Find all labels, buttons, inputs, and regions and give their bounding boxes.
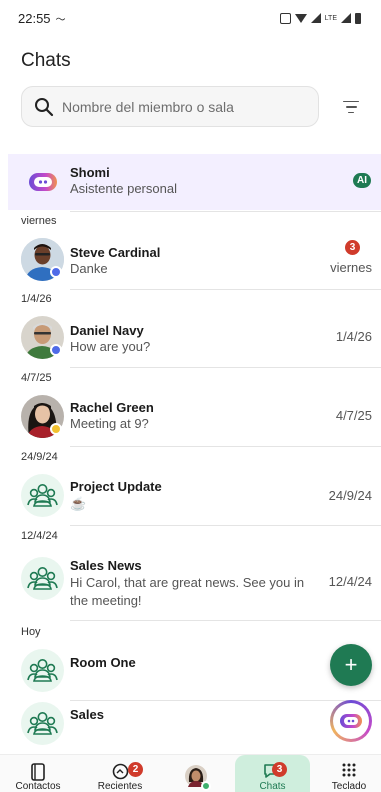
filter-button[interactable] (338, 96, 364, 118)
filter-icon-line (345, 106, 357, 108)
chat-row-sales-news[interactable]: Sales News Hi Carol, that are great news… (8, 547, 381, 621)
group-icon (21, 649, 64, 692)
presence-indicator (201, 781, 211, 791)
chat-preview-continued: the meeting! (70, 593, 142, 608)
chat-row-shomi[interactable]: Shomi Asistente personal AI (8, 154, 381, 212)
chat-name: Sales News (70, 558, 142, 573)
ai-badge: AI (353, 173, 371, 188)
chat-preview: Asistente personal (70, 181, 177, 196)
chat-preview: Hi Carol, that are great news. See you i… (70, 575, 305, 590)
divider (70, 525, 381, 526)
section-label: 12/4/24 (21, 530, 58, 542)
filter-icon (343, 100, 359, 103)
chat-name: Room One (70, 655, 136, 670)
chat-preview: Danke (70, 261, 108, 276)
page-title: Chats (21, 50, 71, 71)
presence-indicator (50, 344, 62, 356)
new-chat-button[interactable]: + (330, 644, 372, 686)
wifi-icon (294, 13, 307, 23)
presence-indicator (50, 423, 62, 435)
divider (70, 446, 381, 447)
nav-badge: 3 (272, 762, 287, 777)
chat-name: Shomi (70, 165, 110, 180)
chat-preview: Meeting at 9? (70, 416, 149, 431)
section-label: 4/7/25 (21, 372, 52, 384)
chat-time: 4/7/25 (335, 408, 372, 423)
chat-preview: How are you? (70, 339, 151, 354)
chat-name: Steve Cardinal (70, 245, 161, 260)
ai-assistant-button[interactable] (330, 700, 372, 742)
nav-label: Contactos (15, 781, 61, 792)
chat-row-project-update[interactable]: Project Update ☕ 24/9/24 (8, 468, 381, 526)
chat-row-steve-cardinal[interactable]: Steve Cardinal Danke 3 viernes (8, 232, 381, 290)
status-bar: 22:55 〜 LTE (0, 0, 381, 36)
chat-preview: ☕ (70, 496, 87, 511)
signal-icon (310, 13, 321, 23)
group-icon (21, 702, 64, 745)
chat-time: 24/9/24 (328, 488, 372, 503)
signal-icon-2 (341, 13, 351, 23)
nav-teclado[interactable]: Teclado (324, 755, 374, 792)
notification-icon: 〜 (55, 14, 66, 26)
divider (70, 620, 381, 621)
nfc-icon (279, 12, 291, 24)
section-label: viernes (21, 215, 57, 227)
bottom-navigation: Contactos 2 Recientes 3 Chats Teclado (0, 754, 381, 792)
nav-contactos[interactable]: Contactos (8, 755, 68, 792)
nav-chats[interactable]: 3 Chats (235, 755, 310, 792)
divider (70, 289, 381, 290)
nav-recientes[interactable]: 2 Recientes (88, 755, 152, 792)
search-icon (35, 97, 54, 116)
section-label: 24/9/24 (21, 451, 58, 463)
chat-row-rachel-green[interactable]: Rachel Green Meeting at 9? 4/7/25 (8, 389, 381, 447)
dialpad-icon (342, 763, 356, 777)
recent-calls-icon (112, 763, 129, 780)
ai-assistant-icon (21, 160, 64, 203)
chat-name: Project Update (70, 479, 162, 494)
filter-icon-line (348, 111, 354, 114)
nav-label: Recientes (97, 781, 143, 792)
search-bar[interactable] (21, 86, 319, 127)
nav-label: Chats (259, 781, 286, 792)
divider (70, 367, 381, 368)
group-icon (21, 557, 64, 600)
chat-name: Rachel Green (70, 400, 154, 415)
divider (70, 211, 381, 212)
section-label: 1/4/26 (21, 293, 52, 305)
chat-name: Sales (70, 707, 104, 722)
status-time: 22:55 (18, 10, 51, 26)
ai-assistant-icon (333, 703, 369, 739)
chat-row-room-one[interactable]: Room One (8, 643, 381, 701)
phone-book-icon (31, 763, 45, 781)
chat-time: viernes (330, 260, 372, 275)
section-label: Hoy (21, 626, 41, 638)
unread-badge: 3 (345, 240, 360, 255)
nav-profile[interactable] (176, 755, 216, 792)
chat-name: Daniel Navy (70, 323, 144, 338)
chat-time: 12/4/24 (328, 574, 372, 589)
group-icon (21, 474, 64, 517)
presence-indicator (50, 266, 62, 278)
search-input[interactable] (62, 98, 302, 115)
chat-time: 1/4/26 (335, 329, 372, 344)
nav-label: Teclado (331, 781, 367, 792)
chat-row-daniel-navy[interactable]: Daniel Navy How are you? 1/4/26 (8, 310, 381, 368)
network-label: LTE (324, 14, 337, 22)
nav-badge: 2 (128, 762, 143, 777)
chat-row-sales[interactable]: Sales (8, 696, 381, 752)
battery-icon (355, 12, 361, 24)
